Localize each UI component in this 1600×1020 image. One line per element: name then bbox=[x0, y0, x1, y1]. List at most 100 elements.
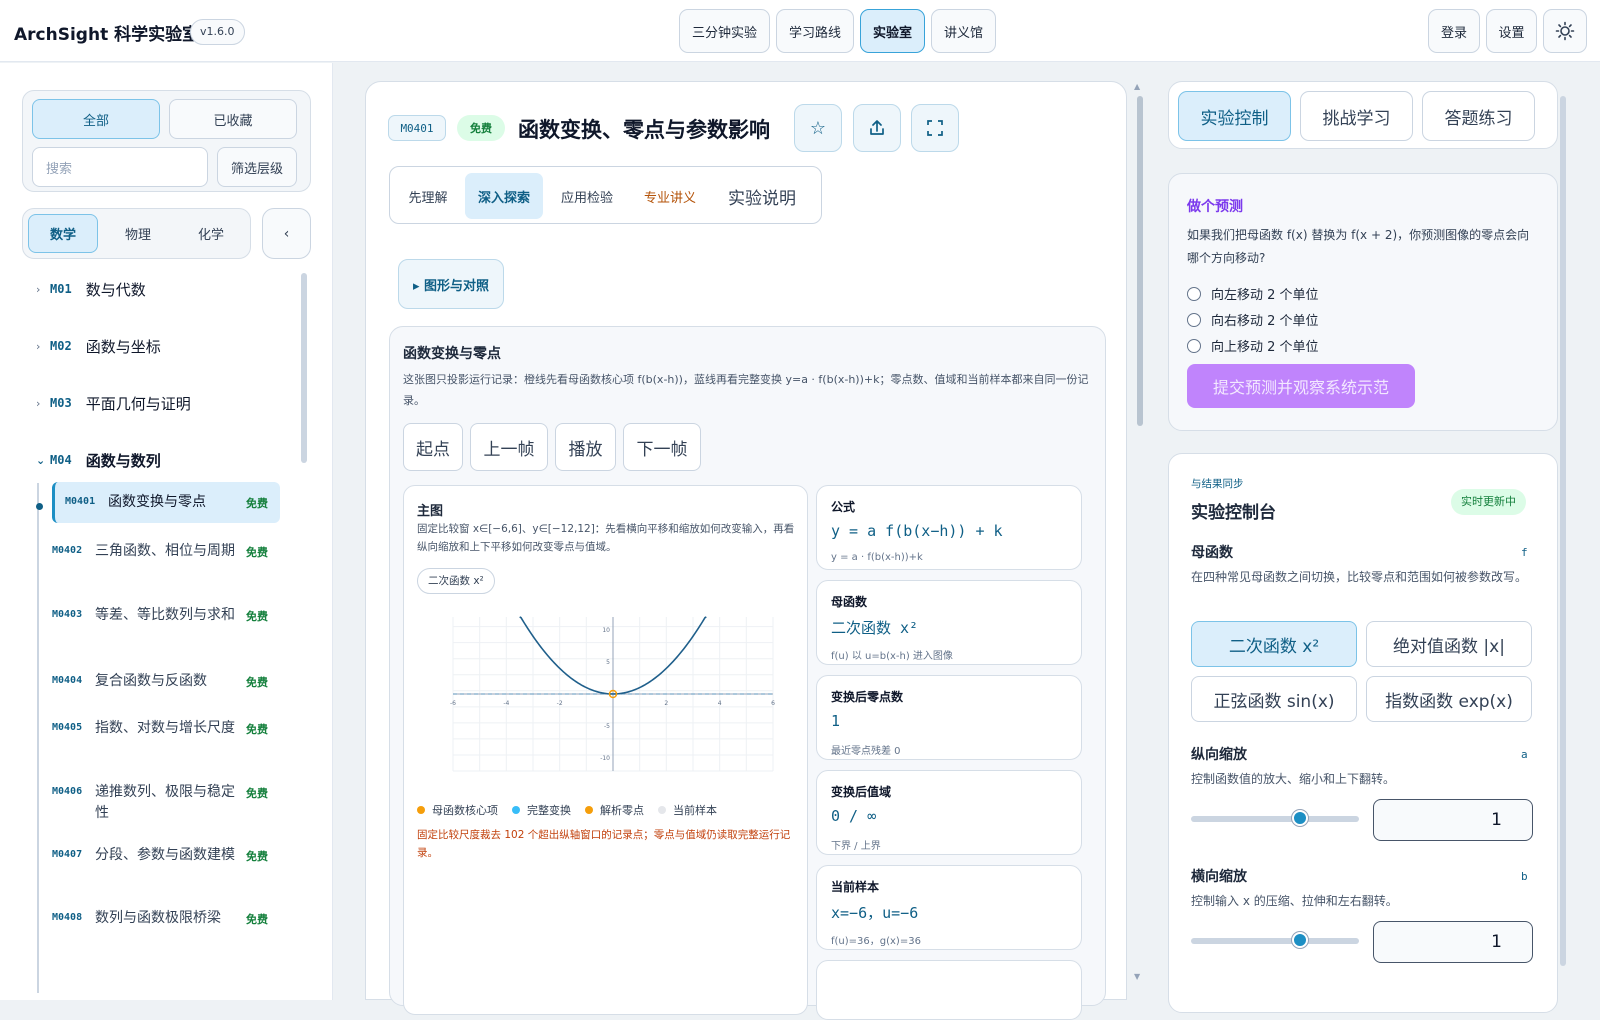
tab-instructions[interactable]: 实验说明 bbox=[714, 173, 810, 219]
option-label: 向左移动 2 个单位 bbox=[1211, 288, 1319, 303]
module-name: 平面几何与证明 bbox=[85, 394, 191, 413]
y-tick-label: 5 bbox=[606, 659, 610, 666]
right-scrollbar[interactable] bbox=[1560, 96, 1566, 966]
share-button[interactable] bbox=[853, 104, 901, 152]
info-value: 0 / ∞ bbox=[831, 807, 877, 825]
func-abs-button[interactable]: 绝对值函数 |x| bbox=[1366, 621, 1532, 667]
lesson-m0403[interactable]: M0403 等差、等比数列与求和 免费 bbox=[52, 605, 280, 626]
free-badge: 免费 bbox=[246, 676, 268, 689]
func-exp-button[interactable]: 指数函数 exp(x) bbox=[1366, 676, 1532, 722]
main-scrollbar[interactable] bbox=[1137, 96, 1143, 426]
lesson-name: 分段、参数与函数建模 bbox=[95, 847, 235, 863]
filter-all-button[interactable]: 全部 bbox=[32, 99, 160, 139]
a-value-input[interactable]: 1 bbox=[1373, 799, 1533, 841]
module-code: M04 bbox=[50, 453, 72, 467]
tab-understand[interactable]: 先理解 bbox=[396, 173, 460, 219]
formula-card: 公式 y = a f(b(x−h)) + k y = a · f(b(x-h))… bbox=[816, 485, 1082, 570]
start-button[interactable]: 起点 bbox=[403, 423, 463, 471]
lesson-code: M0402 bbox=[52, 545, 83, 556]
func-sin-button[interactable]: 正弦函数 sin(x) bbox=[1191, 676, 1357, 722]
lesson-m0401[interactable]: M0401 函数变换与零点 免费 bbox=[52, 482, 280, 523]
lesson-m0402[interactable]: M0402 三角函数、相位与周期 免费 bbox=[52, 541, 280, 562]
tab-experiment-control[interactable]: 实验控制 bbox=[1178, 91, 1291, 141]
scroll-up-arrow-icon[interactable]: ▲ bbox=[1134, 82, 1140, 91]
info-sub: 最近零点残差 0 bbox=[831, 746, 901, 757]
module-m02[interactable]: › M02 函数与坐标 bbox=[36, 334, 161, 358]
search-input[interactable]: 搜索 bbox=[32, 147, 208, 187]
lesson-code-badge: M0401 bbox=[388, 115, 446, 141]
tab-explore[interactable]: 深入探索 bbox=[465, 173, 543, 219]
filter-panel: 全部 已收藏 搜索 筛选层级 bbox=[22, 90, 311, 192]
theme-toggle-button[interactable] bbox=[1543, 9, 1587, 53]
subject-physics[interactable]: 物理 bbox=[103, 214, 173, 253]
prev-frame-button[interactable]: 上一帧 bbox=[470, 423, 548, 471]
info-value: y = a f(b(x−h)) + k bbox=[831, 522, 1003, 540]
a-slider[interactable] bbox=[1191, 810, 1359, 826]
range-card: 变换后值域 0 / ∞ 下界 / 上界 bbox=[816, 770, 1082, 855]
tab-quiz[interactable]: 答题练习 bbox=[1422, 91, 1535, 141]
next-frame-button[interactable]: 下一帧 bbox=[623, 423, 701, 471]
favorite-button[interactable]: ☆ bbox=[794, 104, 842, 152]
subject-math[interactable]: 数学 bbox=[28, 214, 98, 253]
submit-prediction-button[interactable]: 提交预测并观察系统示范 bbox=[1187, 364, 1415, 408]
option-up[interactable]: 向上移动 2 个单位 bbox=[1187, 336, 1319, 355]
radio-icon[interactable] bbox=[1187, 338, 1201, 353]
parent-function-symbol: f bbox=[1521, 546, 1528, 559]
b-value-input[interactable]: 1 bbox=[1373, 921, 1533, 963]
sidebar-scrollbar[interactable] bbox=[301, 273, 307, 463]
lesson-m0404[interactable]: M0404 复合函数与反函数 免费 bbox=[52, 671, 280, 692]
nav-lab[interactable]: 实验室 bbox=[860, 9, 925, 53]
b-symbol: b bbox=[1521, 870, 1528, 883]
lesson-name: 等差、等比数列与求和 bbox=[95, 607, 235, 623]
collapse-sidebar-button[interactable]: ‹ bbox=[262, 208, 311, 259]
parent-function-label: 母函数 bbox=[1191, 545, 1233, 561]
level-filter-button[interactable]: 筛选层级 bbox=[217, 147, 297, 187]
chevron-right-icon: › bbox=[36, 282, 41, 296]
func-quadratic-button[interactable]: 二次函数 x² bbox=[1191, 621, 1357, 667]
plot-description: 固定比较窗 x∈[−6,6]、y∈[−12,12]：先看横向平移和缩放如何改变输… bbox=[417, 523, 795, 553]
info-sub: f(u)=36，g(x)=36 bbox=[831, 936, 921, 947]
tab-apply[interactable]: 应用检验 bbox=[548, 173, 626, 219]
nav-three-minute[interactable]: 三分钟实验 bbox=[679, 9, 770, 53]
legend-label: 当前样本 bbox=[673, 804, 717, 817]
subject-chemistry[interactable]: 化学 bbox=[176, 214, 246, 253]
free-badge: 免费 bbox=[457, 115, 505, 141]
lesson-m0405[interactable]: M0405 指数、对数与增长尺度 免费 bbox=[52, 718, 280, 739]
info-sub: f(u) 以 u=b(x-h) 进入图像 bbox=[831, 651, 953, 662]
nav-lecture-hall[interactable]: 讲义馆 bbox=[931, 9, 996, 53]
module-m03[interactable]: › M03 平面几何与证明 bbox=[36, 391, 191, 415]
nav-learning-path[interactable]: 学习路线 bbox=[776, 9, 854, 53]
option-left[interactable]: 向左移动 2 个单位 bbox=[1187, 284, 1319, 303]
lesson-m0407[interactable]: M0407 分段、参数与函数建模 免费 bbox=[52, 845, 280, 866]
free-badge: 免费 bbox=[246, 610, 268, 623]
lesson-m0408[interactable]: M0408 数列与函数极限桥梁 免费 bbox=[52, 908, 280, 929]
tab-challenge[interactable]: 挑战学习 bbox=[1300, 91, 1413, 141]
radio-icon[interactable] bbox=[1187, 286, 1201, 301]
module-m04[interactable]: ⌄ M04 函数与数列 bbox=[36, 448, 161, 472]
filter-saved-button[interactable]: 已收藏 bbox=[169, 99, 297, 139]
info-sub: y = a · f(b(x-h))+k bbox=[831, 552, 923, 563]
tree-line bbox=[37, 483, 39, 993]
info-value: 二次函数 x² bbox=[831, 619, 919, 637]
plot-note: 固定比较尺度裁去 102 个超出纵轴窗口的记录点；零点与值域仍读取完整运行记录。 bbox=[417, 829, 791, 859]
module-name: 数与代数 bbox=[85, 280, 146, 299]
a-slider-handle[interactable] bbox=[1292, 810, 1309, 826]
accordion-graphs[interactable]: ▸ 图形与对照 bbox=[398, 259, 504, 309]
option-right[interactable]: 向右移动 2 个单位 bbox=[1187, 310, 1319, 329]
radio-icon[interactable] bbox=[1187, 312, 1201, 327]
module-m01[interactable]: › M01 数与代数 bbox=[36, 277, 146, 301]
b-slider-handle[interactable] bbox=[1292, 932, 1309, 948]
login-button[interactable]: 登录 bbox=[1428, 9, 1480, 53]
more-card bbox=[816, 960, 1082, 1020]
play-button[interactable]: 播放 bbox=[555, 423, 616, 471]
lesson-code: M0407 bbox=[52, 849, 83, 860]
lesson-name: 指数、对数与增长尺度 bbox=[95, 720, 235, 736]
y-tick-label: -5 bbox=[604, 723, 610, 730]
settings-button[interactable]: 设置 bbox=[1486, 9, 1537, 53]
fullscreen-button[interactable] bbox=[911, 104, 959, 152]
lesson-m0406[interactable]: M0406 递推数列、极限与稳定性 免费 bbox=[52, 782, 280, 824]
tab-lecture[interactable]: 专业讲义 bbox=[631, 173, 709, 219]
b-slider[interactable] bbox=[1191, 932, 1359, 948]
scroll-down-arrow-icon[interactable]: ▼ bbox=[1134, 972, 1140, 981]
legend-dot bbox=[417, 806, 425, 814]
